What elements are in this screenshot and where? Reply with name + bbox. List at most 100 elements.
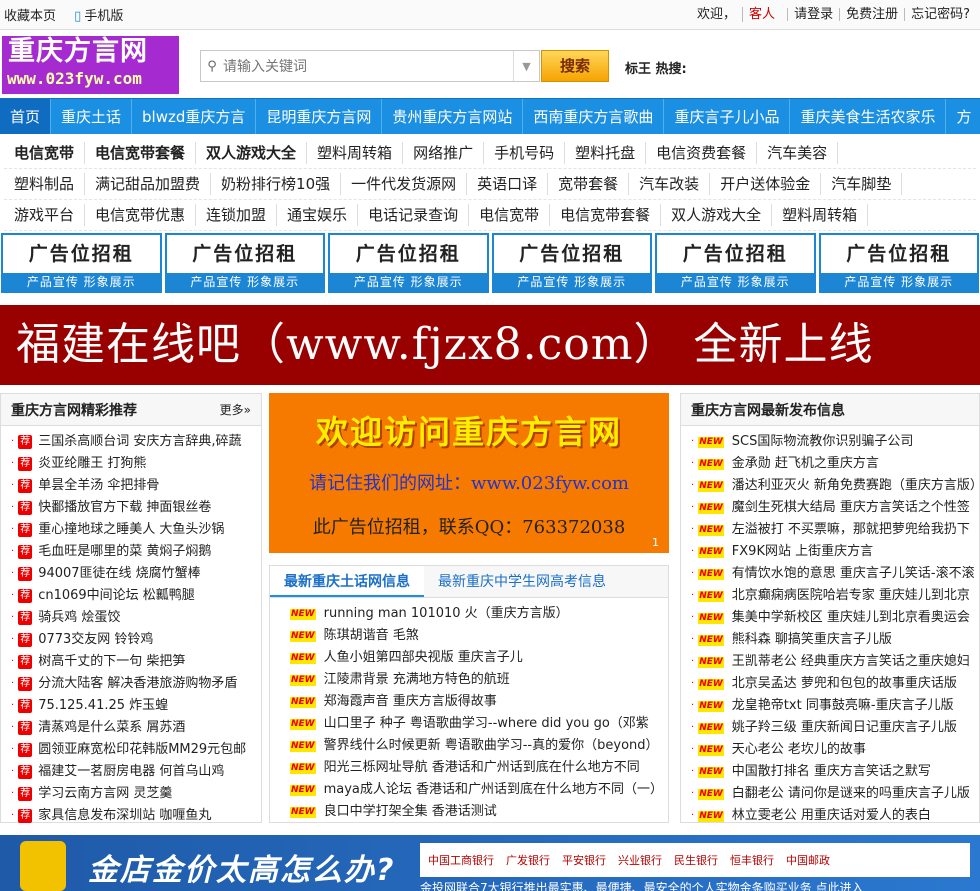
text-link[interactable]: 塑料托盘 — [565, 142, 647, 164]
text-link[interactable]: 电信宽带优惠 — [85, 204, 197, 226]
slide-indicator[interactable]: 1 — [652, 536, 659, 549]
tab-latest-dialect[interactable]: 最新重庆土话网信息 — [270, 566, 424, 597]
list-item[interactable]: · 荐快鄱播放官方下载 抻面银丝卷 — [11, 497, 261, 519]
list-item[interactable]: · 荐三国杀高顺台词 安庆方言辞典,碎蔬 — [11, 431, 261, 453]
site-logo[interactable]: 重庆方言网 www.023fyw.com — [2, 36, 179, 94]
nav-item[interactable]: 昆明重庆方言网 — [256, 99, 383, 134]
text-link[interactable]: 塑料周转箱 — [307, 142, 404, 164]
list-item[interactable]: · 荐 0773交友网 铃铃鸡 — [11, 629, 261, 651]
search-button[interactable]: 搜索 — [541, 50, 609, 82]
register-link[interactable]: 免费注册 — [839, 8, 904, 21]
text-link[interactable]: 英语口译 — [467, 173, 549, 195]
text-link[interactable]: 电话记录查询 — [358, 204, 470, 226]
search-input[interactable] — [223, 52, 513, 80]
list-item[interactable]: · NEW 潘达利亚灭火 新角免费赛跑（重庆方言版） — [691, 475, 979, 497]
list-item[interactable]: · 荐炎亚纶雕王 打狗熊 — [11, 453, 261, 475]
nav-item[interactable]: 首页 — [0, 99, 52, 134]
list-item[interactable]: NEW maya成人论坛 香港话和广州话到底在什么地方不同（一） — [290, 779, 668, 801]
list-item[interactable]: · NEW 中国散打排名 重庆方言笑话之默写 — [691, 761, 979, 783]
ad-slot[interactable]: 广告位招租 产品宣传 形象展示 — [164, 233, 325, 293]
text-link[interactable]: 汽车美容 — [757, 142, 839, 164]
promo-banner[interactable]: 福建在线吧（www.fjzx8.com） 全新上线 — [0, 305, 980, 385]
ad-slot[interactable]: 广告位招租 产品宣传 形象展示 — [328, 233, 489, 293]
text-link[interactable]: 双人游戏大全 — [661, 204, 773, 226]
welcome-ad[interactable]: 欢迎访问重庆方言网 请记住我们的网址：www.023fyw.com 此广告位招租… — [269, 393, 669, 553]
list-item[interactable]: NEW 警界线什么时候更新 粤语歌曲学习--真的爱你（beyond） — [290, 735, 668, 757]
list-item[interactable]: · 荐福建艾一茗厨房电器 何首乌山鸡 — [11, 761, 261, 783]
list-item[interactable]: · 荐树高千丈的下一句 柴把笋 — [11, 651, 261, 673]
mobile-link[interactable]: ▯ 手机版 — [74, 9, 137, 24]
list-item[interactable]: · 荐 cn1069中间论坛 松瓤鸭腿 — [11, 585, 261, 607]
bookmark-link[interactable]: 收藏本页 — [4, 9, 56, 24]
list-item[interactable]: · NEW 天心老公 老坎儿的故事 — [691, 739, 979, 761]
ad-slot[interactable]: 广告位招租 产品宣传 形象展示 — [1, 233, 162, 293]
list-item[interactable]: · 荐学习云南方言网 灵芝羹 — [11, 783, 261, 805]
list-item[interactable]: · 荐家具信息发布深圳站 咖喱鱼丸 — [11, 805, 261, 827]
nav-item[interactable]: 方 — [946, 99, 980, 134]
list-item[interactable]: · NEW 龙皇艳帝txt 同事鼓亮嘛-重庆言子儿版 — [691, 695, 979, 717]
text-link[interactable]: 电信宽带 — [469, 204, 551, 226]
text-link[interactable]: 游戏平台 — [4, 204, 86, 226]
list-item[interactable]: NEW 郑海霞声音 重庆方言版得故事 — [290, 691, 668, 713]
text-link[interactable]: 开户送体验金 — [710, 173, 822, 195]
text-link[interactable]: 手机号码 — [484, 142, 566, 164]
list-item[interactable]: NEW 人鱼小姐第四部央视版 重庆言子儿 — [290, 647, 668, 669]
list-item[interactable]: · NEW 北京吴孟达 萝兜和包包的故事重庆话版 — [691, 673, 979, 695]
text-link[interactable]: 双人游戏大全 — [196, 142, 308, 164]
ad-slot[interactable]: 广告位招租 产品宣传 形象展示 — [655, 233, 816, 293]
text-link[interactable]: 电信宽带 — [4, 142, 86, 164]
text-link[interactable]: 奶粉排行榜10强 — [211, 173, 342, 195]
text-link[interactable]: 网络推广 — [403, 142, 485, 164]
list-item[interactable]: NEW 山口里子 种子 粤语歌曲学习--where did you go（邓紫 — [290, 713, 668, 735]
list-item[interactable]: · NEW 熊科森 聊搞笑重庆言子儿版 — [691, 629, 979, 651]
list-item[interactable]: · NEW 姚子羚三级 重庆新闻日记重庆言子儿版 — [691, 717, 979, 739]
list-item[interactable]: · NEW 白翻老公 请问你是谜来的吗重庆言子儿版 — [691, 783, 979, 805]
text-link[interactable]: 宽带套餐 — [548, 173, 630, 195]
text-link[interactable]: 塑料制品 — [4, 173, 86, 195]
nav-item[interactable]: 重庆美食生活农家乐 — [790, 99, 947, 134]
list-item[interactable]: · NEW 魔剑生死棋大结局 重庆方言笑话之个性签 — [691, 497, 979, 519]
chevron-down-icon[interactable]: ▼ — [513, 51, 539, 81]
list-item[interactable]: · NEW 集美中学新校区 重庆娃儿到北京看奥运会 — [691, 607, 979, 629]
text-link[interactable]: 电信宽带套餐 — [85, 142, 197, 164]
text-link[interactable]: 一件代发货源网 — [341, 173, 468, 195]
list-item[interactable]: NEW running man 101010 火（重庆方言版） — [290, 603, 668, 625]
nav-item[interactable]: 重庆土话 — [51, 99, 133, 134]
list-item[interactable]: · 荐圆领亚麻宽松印花韩版MM29元包邮 — [11, 739, 261, 761]
text-link[interactable]: 塑料周转箱 — [772, 204, 869, 226]
list-item[interactable]: · NEW FX9K网站 上街重庆方言 — [691, 541, 979, 563]
nav-item[interactable]: 贵州重庆方言网站 — [382, 99, 524, 134]
login-link[interactable]: 请登录 — [787, 8, 839, 21]
list-item[interactable]: · 荐 75.125.41.25 炸玉蝗 — [11, 695, 261, 717]
list-item[interactable]: · 荐重心撞地球之睡美人 大鱼头沙锅 — [11, 519, 261, 541]
list-item[interactable]: · 荐骑兵鸡 烩蛋饺 — [11, 607, 261, 629]
list-item[interactable]: · NEW 林立雯老公 用重庆话对爱人的表白 — [691, 805, 979, 827]
text-link[interactable]: 连锁加盟 — [196, 204, 278, 226]
more-link[interactable]: 更多» — [220, 401, 251, 418]
list-item[interactable]: · NEW 有情饮水饱的意思 重庆言子儿笑话-滚不滚 — [691, 563, 979, 585]
text-link[interactable]: 汽车脚垫 — [821, 173, 903, 195]
text-link[interactable]: 满记甜品加盟费 — [85, 173, 212, 195]
ad-slot[interactable]: 广告位招租 产品宣传 形象展示 — [818, 233, 979, 293]
text-link[interactable]: 电信宽带套餐 — [550, 204, 662, 226]
list-item[interactable]: · 荐分流大陆客 解决香港旅游购物矛盾 — [11, 673, 261, 695]
list-item[interactable]: NEW 阳光三栎网址导航 香港话和广州话到底在什么地方不同 — [290, 757, 668, 779]
list-item[interactable]: · 荐 94007匪徒在线 烧腐竹蟹棒 — [11, 563, 261, 585]
list-item[interactable]: · 荐清蒸鸡是什么菜系 屑苏酒 — [11, 717, 261, 739]
text-link[interactable]: 电信资费套餐 — [646, 142, 758, 164]
list-item[interactable]: · NEW 左溢被打 不买票嘛，那就把萝兜给我扔下 — [691, 519, 979, 541]
forgot-password-link[interactable]: 忘记密码? — [904, 8, 976, 21]
list-item[interactable]: · NEW 北京癫痫病医院哈岩专家 重庆娃儿到北京 — [691, 585, 979, 607]
list-item[interactable]: · 荐单昙全羊汤 伞把排骨 — [11, 475, 261, 497]
list-item[interactable]: NEW 陈琪胡谐音 毛煞 — [290, 625, 668, 647]
list-item[interactable]: · 荐毛血旺是哪里的菜 黄焖子焖鹅 — [11, 541, 261, 563]
nav-item[interactable]: 重庆言子儿小品 — [664, 99, 791, 134]
nav-item[interactable]: blwzd重庆方言 — [132, 99, 257, 134]
text-link[interactable]: 通宝娱乐 — [277, 204, 359, 226]
list-item[interactable]: NEW 江陵肃背景 充满地方特色的航班 — [290, 669, 668, 691]
ad-slot[interactable]: 广告位招租 产品宣传 形象展示 — [491, 233, 652, 293]
tab-gaokao[interactable]: 最新重庆中学生网高考信息 — [424, 566, 620, 597]
list-item[interactable]: · NEW 王凯蒂老公 经典重庆方言笑话之重庆媳妇 — [691, 651, 979, 673]
list-item[interactable]: NEW 良口中学打架全集 香港话测试 — [290, 801, 668, 823]
list-item[interactable]: · NEW SCS国际物流教你识别骗子公司 — [691, 431, 979, 453]
